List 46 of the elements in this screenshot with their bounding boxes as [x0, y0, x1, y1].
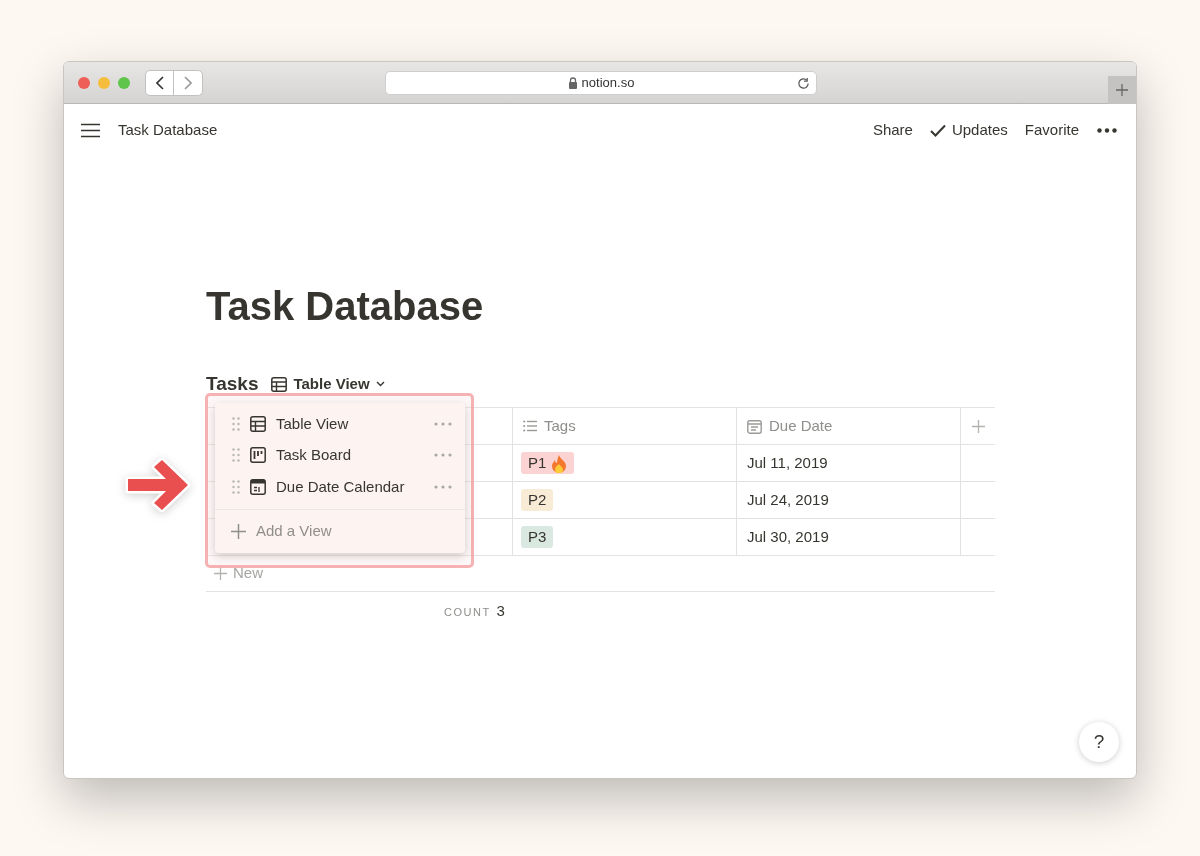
- calendar-icon: [250, 478, 266, 495]
- view-menu-item[interactable]: Due Date Calendar: [276, 475, 405, 498]
- date-text: Jul 24, 2019: [747, 489, 829, 510]
- plus-icon: [1116, 84, 1128, 96]
- zoom-icon[interactable]: [118, 76, 130, 89]
- drag-handle-icon[interactable]: [232, 416, 240, 431]
- toolbar-button[interactable]: Share: [872, 118, 913, 142]
- date-text: Jul 30, 2019: [747, 526, 829, 547]
- view-menu-item[interactable]: Table View: [276, 412, 349, 435]
- tag: P3: [521, 526, 554, 548]
- new-tab-button[interactable]: [1108, 76, 1136, 104]
- page-title: Task Database: [206, 283, 485, 330]
- flame-icon: [551, 453, 568, 473]
- lock-icon: [567, 77, 578, 89]
- table-icon: [250, 415, 266, 432]
- chevron-right-icon: [184, 75, 192, 90]
- count-label: COUNT: [444, 605, 491, 620]
- close-icon[interactable]: [78, 76, 90, 89]
- caret-icon: [375, 381, 385, 387]
- table-icon: [271, 376, 288, 392]
- board-icon: [250, 447, 266, 464]
- chevron-left-icon: [155, 75, 164, 90]
- view-selector[interactable]: Table View: [271, 372, 385, 396]
- toolbar-button[interactable]: Updates: [929, 118, 1008, 142]
- page-breadcrumb[interactable]: Task Database: [118, 118, 218, 142]
- plus-icon: [214, 567, 227, 580]
- menu-icon[interactable]: [81, 122, 100, 138]
- database-title: Tasks: [206, 371, 259, 396]
- help-button[interactable]: ?: [1079, 722, 1119, 762]
- minimize-icon[interactable]: [98, 76, 110, 89]
- drag-handle-icon[interactable]: [232, 448, 240, 463]
- more-icon[interactable]: [1097, 127, 1117, 133]
- reload-icon[interactable]: [797, 76, 810, 90]
- drag-handle-icon[interactable]: [232, 479, 240, 494]
- plus-icon: [231, 523, 246, 539]
- add-column-icon[interactable]: [971, 419, 985, 433]
- list-icon: [523, 420, 537, 432]
- tag: P2: [521, 489, 554, 511]
- toolbar-button[interactable]: Favorite: [1024, 118, 1079, 142]
- tag: P1: [521, 452, 575, 474]
- calendar-icon: [747, 418, 762, 434]
- address-bar[interactable]: notion.so: [385, 71, 817, 95]
- address-text: notion.so: [581, 74, 635, 93]
- date-text: Jul 11, 2019: [747, 452, 828, 473]
- count-value: 3: [496, 601, 505, 621]
- view-menu-item[interactable]: Task Board: [276, 444, 352, 467]
